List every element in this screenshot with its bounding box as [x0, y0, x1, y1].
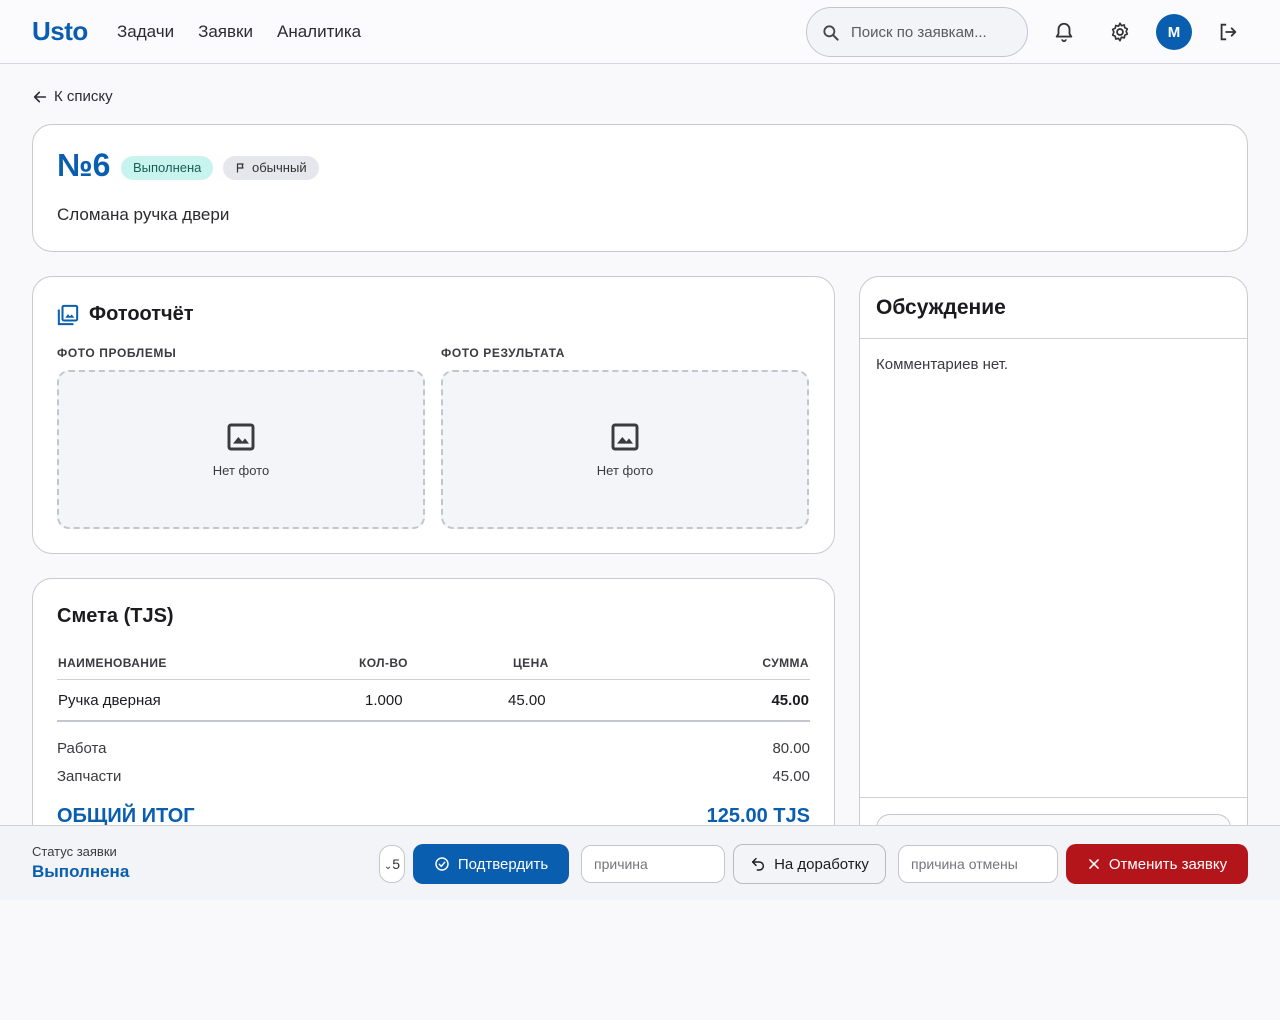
avatar[interactable]: M: [1156, 14, 1192, 50]
photo-report-label: Фотоотчёт: [89, 303, 194, 325]
estimate-title: Смета (TJS): [57, 605, 174, 627]
result-photo-label: ФОТО РЕЗУЛЬТАТА: [441, 346, 566, 360]
item-name: Ручка дверная: [58, 692, 161, 709]
app-logo[interactable]: Usto: [32, 16, 88, 47]
request-number: №6: [57, 147, 111, 183]
back-link[interactable]: К списку: [32, 88, 113, 105]
undo-icon: [752, 857, 765, 871]
cancel-request-button[interactable]: Отменить заявку: [1066, 844, 1248, 884]
table-header-divider: [57, 679, 810, 680]
cancel-reason-input[interactable]: [898, 845, 1058, 883]
back-label: К списку: [54, 88, 113, 105]
col-sum-header: СУММА: [762, 656, 809, 670]
image-icon: [611, 423, 639, 451]
status-value: Выполнена: [32, 862, 130, 881]
chevron-down-icon: ⌄: [383, 861, 393, 872]
nav-analytics[interactable]: Аналитика: [277, 22, 361, 42]
nav-requests[interactable]: Заявки: [198, 22, 253, 42]
problem-photo-label: ФОТО ПРОБЛЕМЫ: [57, 346, 177, 360]
grand-total-label: ОБЩИЙ ИТОГ: [57, 805, 195, 827]
no-photo-text: Нет фото: [596, 463, 654, 478]
rating-value: 5: [392, 856, 400, 872]
no-photo-text: Нет фото: [212, 463, 270, 478]
parts-value: 45.00: [772, 768, 810, 785]
no-comments-text: Комментариев нет.: [876, 356, 1009, 373]
parts-label: Запчасти: [57, 768, 122, 785]
close-icon: [1089, 859, 1099, 869]
cancel-request-label: Отменить заявку: [1108, 855, 1228, 873]
parts-row: Запчасти 45.00: [57, 768, 810, 785]
col-name-header: НАИМЕНОВАНИЕ: [58, 656, 167, 670]
arrow-left-icon: [33, 91, 47, 102]
nav-tasks[interactable]: Задачи: [117, 22, 174, 42]
priority-badge: обычный: [223, 156, 319, 180]
confirm-button[interactable]: Подтвердить: [413, 844, 569, 884]
gear-icon: [1111, 22, 1129, 42]
logout-icon: [1220, 23, 1237, 41]
logout-button[interactable]: [1214, 18, 1242, 46]
rework-button[interactable]: На доработку: [733, 844, 886, 884]
work-value: 80.00: [772, 740, 810, 757]
item-price: 45.00: [508, 692, 546, 709]
discussion-footer-divider: [860, 797, 1247, 798]
discussion-title: Обсуждение: [876, 296, 1006, 319]
request-header-card: №6 Выполнена обычный Сломана ручка двери: [32, 124, 1248, 252]
settings-button[interactable]: [1106, 18, 1134, 46]
search-icon: [823, 25, 839, 41]
work-row: Работа 80.00: [57, 740, 810, 757]
flag-icon: [236, 163, 244, 173]
image-icon: [227, 423, 255, 451]
discussion-card: Обсуждение Комментариев нет.: [859, 276, 1248, 896]
photo-report-card: Фотоотчёт ФОТО ПРОБЛЕМЫ ФОТО РЕЗУЛЬТАТА …: [32, 276, 835, 554]
notifications-button[interactable]: [1050, 18, 1078, 46]
col-qty-header: КОЛ-ВО: [359, 656, 408, 670]
priority-label: обычный: [252, 160, 307, 175]
confirm-label: Подтвердить: [457, 855, 549, 873]
check-circle-icon: [435, 857, 449, 871]
table-footer-divider: [57, 720, 810, 722]
col-price-header: ЦЕНА: [513, 656, 549, 670]
request-description: Сломана ручка двери: [57, 205, 230, 224]
rework-reason-input[interactable]: [581, 845, 725, 883]
discussion-divider: [860, 338, 1247, 339]
problem-photo-dropzone[interactable]: Нет фото: [57, 370, 425, 529]
status-caption: Статус заявки: [32, 844, 117, 859]
work-label: Работа: [57, 740, 107, 757]
rating-select[interactable]: ⌄5: [379, 845, 405, 883]
bell-icon: [1055, 22, 1073, 43]
main-nav: Задачи Заявки Аналитика: [117, 22, 361, 42]
photo-library-icon: [57, 304, 79, 325]
item-sum: 45.00: [771, 692, 809, 709]
photo-report-title: Фотоотчёт: [57, 303, 194, 326]
top-bar: Usto Задачи Заявки Аналитика M: [0, 0, 1280, 64]
search-box[interactable]: [806, 7, 1028, 57]
rework-label: На доработку: [774, 855, 869, 873]
bottom-action-bar: Статус заявки Выполнена ⌄5 Подтвердить Н…: [0, 825, 1280, 900]
status-badge: Выполнена: [121, 156, 214, 180]
result-photo-dropzone[interactable]: Нет фото: [441, 370, 809, 529]
item-qty: 1.000: [365, 692, 403, 709]
search-input[interactable]: [851, 18, 1021, 46]
